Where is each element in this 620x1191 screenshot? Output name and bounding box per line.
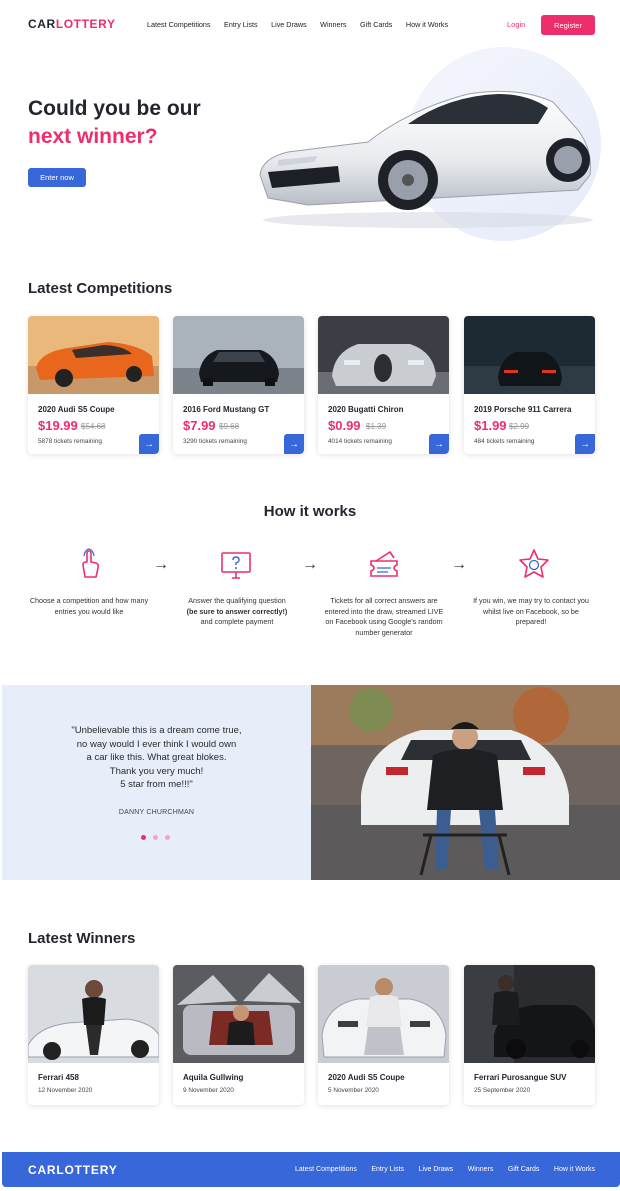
testimonial-author: DANNY CHURCHMAN (118, 809, 195, 816)
card-tickets-remaining: 4014 tickets remaining (328, 438, 392, 445)
card-title: 2016 Ford Mustang GT (183, 405, 270, 414)
nav-entry-lists[interactable]: Entry Lists (224, 20, 258, 29)
step-2-text: Answer the qualifying question (be sure … (186, 596, 288, 626)
main-nav: Latest Competitions Entry Lists Live Dra… (147, 20, 462, 29)
card-price: $0.99 (328, 418, 361, 433)
competition-card[interactable]: 2019 Porsche 911 Carrera $1.99 $2.99 484… (464, 316, 595, 454)
card-price: $1.99 (474, 418, 507, 433)
footer-nav-live-draws[interactable]: Live Draws (419, 1166, 454, 1173)
footer-nav-winners[interactable]: Winners (468, 1166, 494, 1173)
nav-live-draws[interactable]: Live Draws (271, 20, 307, 29)
site-logo[interactable]: CARLOTTERY (28, 17, 116, 31)
winner-car-name: Ferrari Purosangue SUV (474, 1073, 567, 1082)
login-link[interactable]: Login (507, 20, 525, 29)
card-tickets-remaining: 484 tickets remaining (474, 438, 535, 445)
footer-nav-gift-cards[interactable]: Gift Cards (508, 1166, 540, 1173)
site-header: CARLOTTERY Latest Competitions Entry Lis… (0, 0, 620, 48)
card-title: 2020 Bugatti Chiron (328, 405, 404, 414)
card-price: $7.99 (183, 418, 216, 433)
step-arrow-icon: → (302, 556, 318, 573)
card-old-price: $9.68 (219, 422, 240, 431)
winner-card[interactable]: 2020 Audi S5 Coupe 5 November 2020 (318, 965, 449, 1105)
competition-card[interactable]: 2016 Ford Mustang GT $7.99 $9.68 3290 ti… (173, 316, 304, 454)
winner-card[interactable]: Ferrari 458 12 November 2020 (28, 965, 159, 1105)
register-button[interactable]: Register (541, 15, 595, 35)
winner-car-name: Ferrari 458 (38, 1073, 79, 1082)
arrow-right-icon[interactable]: → (429, 434, 449, 454)
testimonial-quote: "Unbelievable this is a dream come true,… (71, 725, 242, 790)
step-1-text: Choose a competition and how many entrie… (29, 596, 149, 616)
nav-gift-cards[interactable]: Gift Cards (360, 20, 392, 29)
winner-car-name: Aquila Gullwing (183, 1073, 244, 1082)
competitions-title: Latest Competitions (28, 280, 173, 297)
winner-date: 9 November 2020 (183, 1087, 234, 1094)
winner-photo-purosangue (464, 965, 595, 1063)
car-photo-bugatti (318, 316, 449, 394)
nav-how-it-works[interactable]: How it Works (406, 20, 448, 29)
winner-car-name: 2020 Audi S5 Coupe (328, 1073, 405, 1082)
winner-date: 25 September 2020 (474, 1087, 531, 1094)
footer-logo[interactable]: CARLOTTERY (28, 1163, 118, 1177)
card-old-price: $54.68 (81, 422, 106, 431)
carousel-dots (141, 835, 170, 840)
site-footer: CARLOTTERY Latest Competitions Entry Lis… (2, 1152, 620, 1187)
card-tickets-remaining: 5878 tickets remaining (38, 438, 102, 445)
carousel-dot[interactable] (153, 835, 158, 840)
nav-latest-competitions[interactable]: Latest Competitions (147, 20, 211, 29)
winner-photo-ferrari (28, 965, 159, 1063)
competition-card[interactable]: 2020 Bugatti Chiron $0.99 $1.39 4014 tic… (318, 316, 449, 454)
winner-date: 12 November 2020 (38, 1087, 93, 1094)
car-photo-mustang (173, 316, 304, 394)
footer-nav-how-it-works[interactable]: How it Works (554, 1166, 595, 1173)
enter-now-button[interactable]: Enter now (28, 168, 86, 187)
winners-title: Latest Winners (28, 930, 136, 947)
hero-car-image (259, 90, 593, 228)
footer-nav-entry-lists[interactable]: Entry Lists (371, 1166, 404, 1173)
arrow-right-icon[interactable]: → (139, 434, 159, 454)
hand-pointer-icon (82, 548, 100, 578)
card-price: $19.99 (38, 418, 78, 433)
car-photo-porsche (464, 316, 595, 394)
winner-card[interactable]: Aquila Gullwing 9 November 2020 (173, 965, 304, 1105)
car-photo-audi (28, 316, 159, 394)
carousel-dot[interactable] (165, 835, 170, 840)
hero-title: Could you be our next winner? (28, 97, 201, 148)
footer-nav-latest-competitions[interactable]: Latest Competitions (295, 1166, 357, 1173)
footer-nav: Latest Competitions Entry Lists Live Dra… (281, 1166, 595, 1173)
arrow-right-icon[interactable]: → (284, 434, 304, 454)
star-medal-icon (519, 549, 549, 578)
step-4-text: If you win, we may try to contact you wh… (473, 596, 589, 626)
carousel-dot-active[interactable] (141, 835, 146, 840)
step-arrow-icon: → (153, 556, 169, 573)
card-tickets-remaining: 3290 tickets remaining (183, 438, 247, 445)
winner-date: 5 November 2020 (328, 1087, 379, 1094)
card-old-price: $2.99 (509, 422, 530, 431)
competition-card[interactable]: 2020 Audi S5 Coupe $19.99 $54.68 5878 ti… (28, 316, 159, 454)
testimonial-photo (311, 685, 620, 880)
winner-photo-aquila (173, 965, 304, 1063)
card-old-price: $1.39 (366, 422, 387, 431)
how-it-works-title: How it works (263, 503, 357, 520)
arrow-right-icon[interactable]: → (575, 434, 595, 454)
step-3-text: Tickets for all correct answers are ente… (324, 596, 444, 637)
step-arrow-icon: → (451, 556, 467, 573)
monitor-question-icon (221, 552, 251, 579)
ticket-icon (370, 550, 398, 577)
card-title: 2020 Audi S5 Coupe (38, 405, 115, 414)
nav-winners[interactable]: Winners (320, 20, 346, 29)
winner-photo-audi (318, 965, 449, 1063)
winner-card[interactable]: Ferrari Purosangue SUV 25 September 2020 (464, 965, 595, 1105)
card-title: 2019 Porsche 911 Carrera (474, 405, 572, 414)
